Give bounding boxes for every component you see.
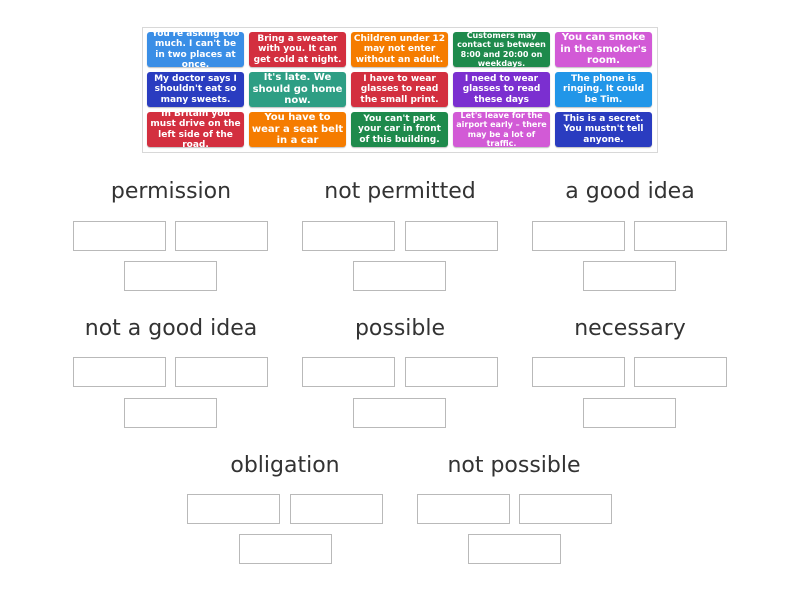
card[interactable]: Customers may contact us between 8:00 an…	[453, 32, 550, 67]
card[interactable]: This is a secret. You mustn't tell anyon…	[555, 112, 652, 147]
card[interactable]: Bring a sweater with you. It can get col…	[249, 32, 346, 67]
card[interactable]: My doctor says I shouldn't eat so many s…	[147, 72, 244, 107]
card[interactable]: You have to wear a seat belt in a car	[249, 112, 346, 147]
drop-slot[interactable]	[353, 261, 446, 291]
drop-slot[interactable]	[187, 494, 280, 524]
drop-slot[interactable]	[417, 494, 510, 524]
card[interactable]: The phone is ringing. It could be Tim.	[555, 72, 652, 107]
category-title: not permitted	[324, 179, 476, 204]
drop-slot[interactable]	[405, 221, 498, 251]
drop-slot[interactable]	[73, 221, 166, 251]
drop-slot[interactable]	[239, 534, 332, 564]
card[interactable]: Children under 12 may not enter without …	[351, 32, 448, 67]
card[interactable]: It's late. We should go home now.	[249, 72, 346, 107]
drop-slot[interactable]	[583, 261, 676, 291]
drop-slot[interactable]	[175, 221, 268, 251]
drop-slot[interactable]	[519, 494, 612, 524]
card-bank: You're asking too much. I can't be in tw…	[142, 27, 658, 153]
category-title: not a good idea	[84, 316, 258, 341]
card[interactable]: I need to wear glasses to read these day…	[453, 72, 550, 107]
category-title: permission	[110, 179, 232, 204]
drop-slot[interactable]	[302, 221, 395, 251]
card[interactable]: You're asking too much. I can't be in tw…	[147, 32, 244, 67]
category-title: possible	[354, 316, 446, 341]
drop-slot[interactable]	[73, 357, 166, 387]
card[interactable]: Let's leave for the airport early – ther…	[453, 112, 550, 147]
drop-slot[interactable]	[583, 398, 676, 428]
drop-slot[interactable]	[124, 398, 217, 428]
drop-slot[interactable]	[175, 357, 268, 387]
card[interactable]: You can't park your car in front of this…	[351, 112, 448, 147]
card[interactable]: In Britain you must drive on the left si…	[147, 112, 244, 147]
drop-slot[interactable]	[405, 357, 498, 387]
category-title: obligation	[230, 453, 340, 478]
drop-slot[interactable]	[634, 221, 727, 251]
drop-slot[interactable]	[290, 494, 383, 524]
drop-slot[interactable]	[353, 398, 446, 428]
category-title: necessary	[574, 316, 686, 341]
drop-slot[interactable]	[302, 357, 395, 387]
card[interactable]: I have to wear glasses to read the small…	[351, 72, 448, 107]
category-title: not possible	[447, 453, 581, 478]
drop-slot[interactable]	[532, 357, 625, 387]
category-title: a good idea	[565, 179, 695, 204]
drop-slot[interactable]	[634, 357, 727, 387]
drop-slot[interactable]	[124, 261, 217, 291]
card[interactable]: You can smoke in the smoker's room.	[555, 32, 652, 67]
drop-slot[interactable]	[532, 221, 625, 251]
drop-slot[interactable]	[468, 534, 561, 564]
